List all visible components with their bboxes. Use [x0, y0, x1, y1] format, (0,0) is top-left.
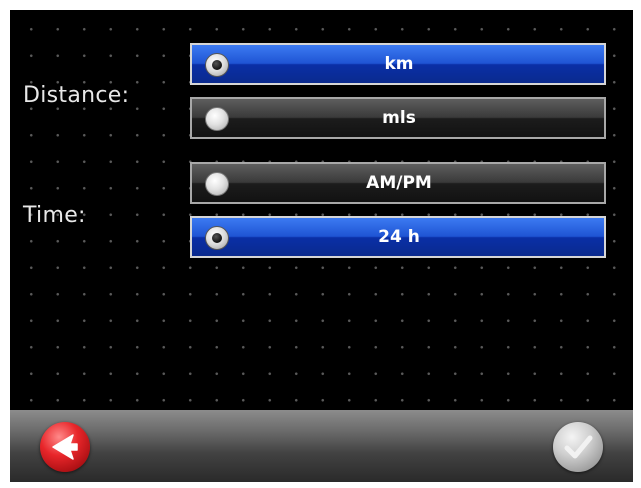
- confirm-button[interactable]: [553, 422, 603, 472]
- distance-label: Distance:: [23, 83, 130, 108]
- distance-option-km-label: km: [384, 54, 414, 74]
- time-option-24h-label: 24 h: [378, 227, 420, 247]
- back-arrow-icon: [52, 434, 78, 460]
- time-option-ampm-label: AM/PM: [366, 173, 432, 193]
- footer-bar: [10, 410, 633, 482]
- back-button[interactable]: [40, 422, 90, 472]
- distance-option-mls[interactable]: mls: [190, 97, 606, 139]
- distance-option-km[interactable]: km: [190, 43, 606, 85]
- settings-screen: Distance: km mls Time: AM/PM 24 h: [10, 10, 633, 482]
- time-label: Time:: [23, 203, 86, 228]
- checkmark-icon: [564, 435, 593, 459]
- time-option-24h[interactable]: 24 h: [190, 216, 606, 258]
- distance-option-mls-label: mls: [382, 108, 416, 128]
- time-option-ampm[interactable]: AM/PM: [190, 162, 606, 204]
